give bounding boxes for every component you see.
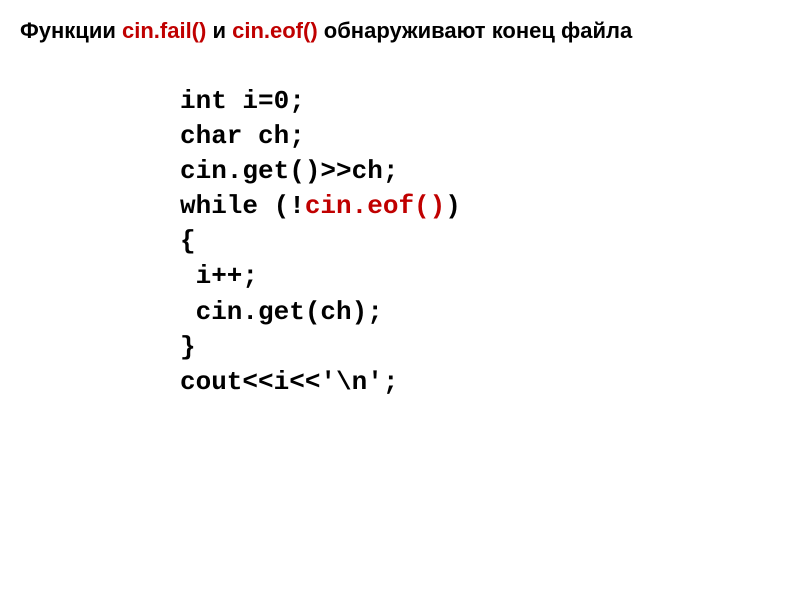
- code-line-6: i++;: [180, 259, 780, 294]
- heading-mid: и: [206, 18, 232, 43]
- code-line-4: while (!cin.eof()): [180, 189, 780, 224]
- heading-prefix: Функции: [20, 18, 122, 43]
- code-line-2: char ch;: [180, 119, 780, 154]
- code-line-4-hl: cin.eof(): [305, 191, 445, 221]
- code-line-4-suffix: ): [445, 191, 461, 221]
- heading-suffix: обнаруживают конец файла: [318, 18, 633, 43]
- code-line-5: {: [180, 224, 780, 259]
- heading-fn2: cin.eof(): [232, 18, 318, 43]
- code-line-9: cout<<i<<'\n';: [180, 365, 780, 400]
- heading: Функции cin.fail() и cin.eof() обнаружив…: [20, 18, 780, 44]
- code-line-3: cin.get()>>ch;: [180, 154, 780, 189]
- code-line-7: cin.get(ch);: [180, 295, 780, 330]
- code-line-4-prefix: while (!: [180, 191, 305, 221]
- code-line-1: int i=0;: [180, 84, 780, 119]
- code-line-8: }: [180, 330, 780, 365]
- heading-fn1: cin.fail(): [122, 18, 206, 43]
- code-block: int i=0; char ch; cin.get()>>ch; while (…: [180, 84, 780, 400]
